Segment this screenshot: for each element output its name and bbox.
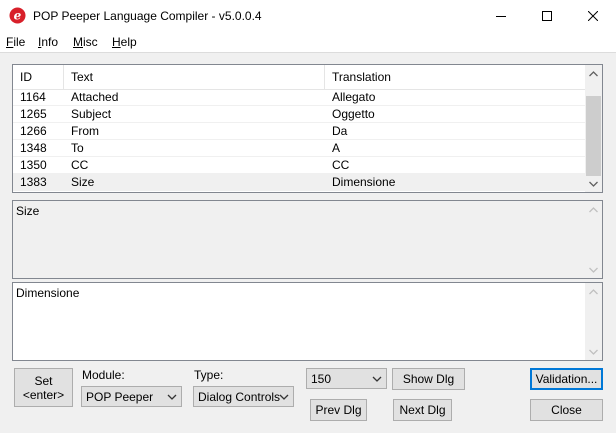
scroll-up-button[interactable] <box>585 283 602 300</box>
close-button[interactable]: Close <box>530 399 603 421</box>
menu-misc[interactable]: Misc <box>73 35 98 49</box>
cell-text: CC <box>71 158 89 172</box>
table-row[interactable]: 1350 CC CC <box>13 157 585 174</box>
scroll-down-button[interactable] <box>585 261 602 278</box>
translation-text-box[interactable]: Dimensione <box>12 282 603 361</box>
column-header-id[interactable]: ID <box>13 65 64 89</box>
scroll-down-button[interactable] <box>585 175 602 192</box>
module-label: Module: <box>82 368 125 382</box>
cell-id: 1350 <box>20 158 47 172</box>
table-row[interactable]: 1383 Size Dimensione <box>13 174 585 191</box>
translation-text: Dimensione <box>16 286 80 300</box>
cell-id: 1266 <box>20 124 47 138</box>
dialog-number-value: 150 <box>311 372 332 386</box>
cell-translation: Allegato <box>332 90 376 104</box>
chevron-down-icon <box>372 376 382 382</box>
table-row[interactable]: 1266 From Da <box>13 123 585 140</box>
maximize-button[interactable] <box>524 0 570 32</box>
app-e-icon: e <box>9 7 26 24</box>
menu-file[interactable]: File <box>6 35 25 49</box>
cell-id: 1164 <box>20 90 46 104</box>
string-list[interactable]: ID Text Translation 1164 Attached Allegato… <box>12 64 603 193</box>
chevron-down-icon <box>589 267 598 273</box>
list-scrollbar[interactable] <box>585 65 602 192</box>
table-row[interactable]: 1164 Attached Allegato <box>13 89 585 106</box>
cell-text: Subject <box>71 107 112 121</box>
chevron-down-icon <box>589 181 598 187</box>
chevron-down-icon <box>589 349 598 355</box>
cell-text: Attached <box>71 90 119 104</box>
cell-translation: Dimensione <box>332 175 396 189</box>
next-dlg-button[interactable]: Next Dlg <box>393 399 452 421</box>
chevron-up-icon <box>589 206 598 212</box>
type-value: Dialog Controls <box>198 390 281 404</box>
source-text-box[interactable]: Size <box>12 200 603 279</box>
chevron-up-icon <box>589 288 598 294</box>
column-header-translation[interactable]: Translation <box>325 65 585 89</box>
svg-text:e: e <box>14 9 22 23</box>
minimize-button[interactable] <box>478 0 524 32</box>
cell-translation: Oggetto <box>332 107 375 121</box>
menu-info[interactable]: Info <box>38 35 58 49</box>
menu-help[interactable]: Help <box>112 35 137 49</box>
menu-bar: File Info Misc Help <box>0 32 616 53</box>
title-bar: e POP Peeper Language Compiler - v5.0.0.… <box>0 0 616 32</box>
table-row[interactable]: 1348 To A <box>13 140 585 157</box>
list-header: ID Text Translation <box>13 65 585 90</box>
source-scrollbar[interactable] <box>585 201 602 278</box>
chevron-up-icon <box>589 70 598 76</box>
module-value: POP Peeper <box>86 390 154 404</box>
maximize-icon <box>542 11 552 21</box>
table-row[interactable]: 1265 Subject Oggetto <box>13 106 585 123</box>
cell-text: From <box>71 124 99 138</box>
set-button[interactable]: Set <enter> <box>14 368 73 407</box>
dialog-number-select[interactable]: 150 <box>306 368 387 389</box>
module-select[interactable]: POP Peeper <box>81 386 182 407</box>
show-dlg-button[interactable]: Show Dlg <box>392 368 465 390</box>
cell-id: 1265 <box>20 107 47 121</box>
minimize-icon <box>496 16 506 17</box>
chevron-down-icon <box>279 394 289 400</box>
scroll-thumb[interactable] <box>586 96 601 176</box>
column-header-text[interactable]: Text <box>64 65 325 89</box>
scroll-down-button[interactable] <box>585 343 602 360</box>
cell-id: 1348 <box>20 141 47 155</box>
cell-id: 1383 <box>20 175 47 189</box>
scroll-up-button[interactable] <box>585 65 602 82</box>
window-title: POP Peeper Language Compiler - v5.0.0.4 <box>33 9 262 23</box>
type-label: Type: <box>194 368 224 382</box>
scroll-up-button[interactable] <box>585 201 602 218</box>
cell-text: To <box>71 141 84 155</box>
close-icon <box>588 11 598 21</box>
chevron-down-icon <box>167 394 177 400</box>
cell-translation: A <box>332 141 341 155</box>
translation-scrollbar[interactable] <box>585 283 602 360</box>
cell-translation: Da <box>332 124 348 138</box>
cell-translation: CC <box>332 158 350 172</box>
type-select[interactable]: Dialog Controls <box>193 386 294 407</box>
close-window-button[interactable] <box>570 0 616 32</box>
cell-text: Size <box>71 175 95 189</box>
validation-button[interactable]: Validation... <box>530 368 603 390</box>
source-text: Size <box>16 204 40 218</box>
prev-dlg-button[interactable]: Prev Dlg <box>310 399 367 421</box>
